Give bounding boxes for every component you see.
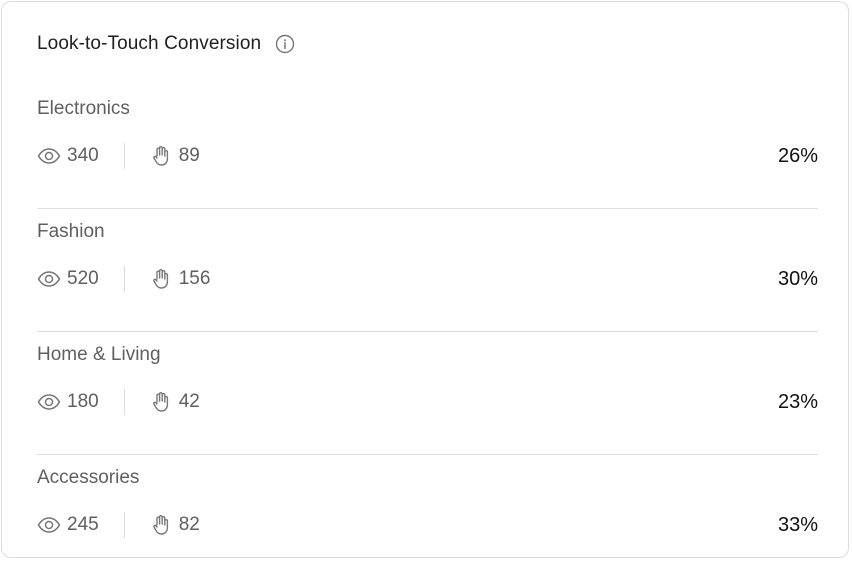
eye-icon [37,513,61,537]
eye-icon [37,390,61,414]
views-count: 245 [67,514,99,535]
views-count: 520 [67,268,99,289]
category-row: Home & Living 180 42 23% [37,332,818,455]
conversion-rate: 26% [777,145,818,167]
info-icon[interactable] [275,34,295,54]
eye-icon [37,267,61,291]
category-name: Electronics [37,98,130,119]
touches-metric: 42 [149,390,200,414]
hand-icon [149,513,173,537]
touches-count: 42 [178,391,200,412]
metrics: 245 82 [37,512,200,538]
hand-icon [149,390,173,414]
category-name: Home & Living [37,344,161,365]
category-name: Fashion [37,221,105,242]
views-count: 180 [67,391,99,412]
conversion-rate: 23% [777,391,818,413]
views-metric: 245 [37,513,99,537]
metrics: 520 156 [37,266,210,292]
eye-icon [37,144,61,168]
category-row: Fashion 520 156 30% [37,209,818,332]
views-metric: 340 [37,144,99,168]
category-list: Electronics 340 89 26% Fashion 520 156 3… [37,86,818,578]
touches-metric: 89 [149,144,200,168]
metrics: 340 89 [37,143,200,169]
hand-icon [149,267,173,291]
metric-divider [123,266,125,292]
hand-icon [149,144,173,168]
card-header: Look-to-Touch Conversion [37,32,295,56]
views-metric: 520 [37,267,99,291]
category-row: Electronics 340 89 26% [37,86,818,209]
metric-divider [123,512,125,538]
card-title: Look-to-Touch Conversion [37,33,262,54]
touches-metric: 156 [149,267,211,291]
touches-count: 82 [178,514,200,535]
touches-count: 89 [178,145,200,166]
category-name: Accessories [37,467,140,488]
touches-count: 156 [178,268,211,289]
metric-divider [123,389,125,415]
views-metric: 180 [37,390,99,414]
category-row: Accessories 245 82 33% [37,455,818,578]
conversion-card: Look-to-Touch Conversion Electronics 340… [1,1,849,558]
conversion-rate: 33% [777,514,818,536]
views-count: 340 [67,145,99,166]
conversion-rate: 30% [777,268,818,290]
touches-metric: 82 [149,513,200,537]
metrics: 180 42 [37,389,200,415]
metric-divider [123,143,125,169]
